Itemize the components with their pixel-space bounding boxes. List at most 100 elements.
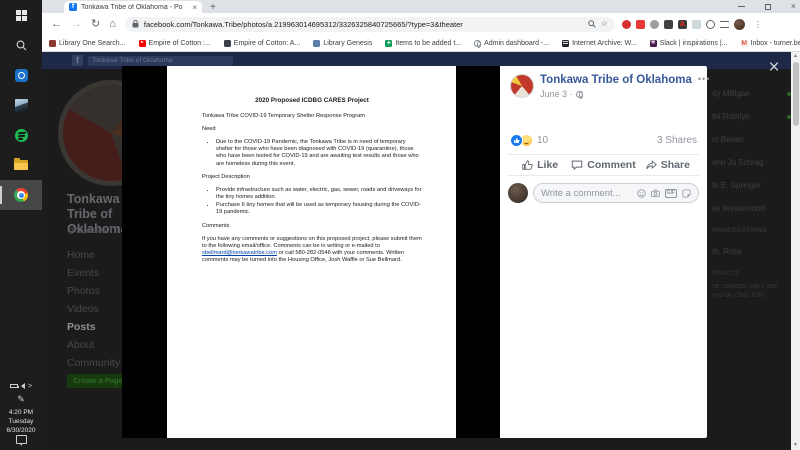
blue-app-icon xyxy=(14,68,28,82)
gif-icon[interactable]: GIF xyxy=(664,188,677,198)
theater-close-icon[interactable]: × xyxy=(762,56,786,80)
search-icon xyxy=(16,40,26,50)
forward-icon[interactable]: → xyxy=(71,18,82,30)
create-page-button[interactable]: Create a Page xyxy=(67,374,129,388)
clock-weekday: Tuesday xyxy=(8,418,34,425)
zoom-page-icon[interactable] xyxy=(588,20,596,28)
post-date[interactable]: June 3 xyxy=(540,89,567,99)
start-button[interactable] xyxy=(0,0,42,30)
taskbar-file-explorer[interactable] xyxy=(0,150,42,180)
browser-tab[interactable]: f Tonkawa Tribe of Oklahoma - Po × xyxy=(64,1,202,13)
adblock-extension-icon[interactable] xyxy=(621,19,631,29)
battery-icon xyxy=(9,384,19,388)
photos-app-icon xyxy=(14,98,28,112)
gray-extension-icon[interactable] xyxy=(649,19,659,29)
share-count[interactable]: 3 Shares xyxy=(657,135,697,146)
post-actions: Like Comment Share xyxy=(508,154,699,176)
taskbar-search-button[interactable] xyxy=(0,30,42,60)
chat-contact[interactable]: ann Jo Schrag xyxy=(712,151,791,174)
nav-item-videos[interactable]: Videos xyxy=(67,300,127,318)
bookmark-star-icon[interactable]: ☆ xyxy=(601,20,608,28)
document-bullet: Provide infrastructure such as water, el… xyxy=(216,187,422,201)
document-comments-heading: Comments xyxy=(202,222,230,229)
bookmark-item[interactable]: + Items to be added t... xyxy=(385,39,461,47)
post-options-icon[interactable]: ••• xyxy=(698,74,710,99)
facebook-search-input[interactable]: Tonkawa Tribe of Oklahoma xyxy=(88,55,233,66)
chat-group[interactable]: th, Rosa xyxy=(712,240,791,263)
sticker-icon[interactable] xyxy=(682,188,691,198)
chat-contact[interactable]: thi Rothlyn xyxy=(712,105,791,128)
chat-contact[interactable]: dy Milligan xyxy=(712,82,791,105)
bookmark-item[interactable]: Empire of Cotton :... xyxy=(138,39,211,47)
window-maximize-icon[interactable] xyxy=(764,3,771,10)
nav-item-community[interactable]: Community xyxy=(67,354,127,372)
bookmark-item[interactable]: MInbox - turner.beazl... xyxy=(740,39,800,47)
nav-item-posts[interactable]: Posts xyxy=(67,318,127,336)
refresh-icon[interactable]: ↻ xyxy=(91,18,100,30)
document-photo[interactable]: 2020 Proposed ICDBG CARES Project Tonkaw… xyxy=(167,66,456,438)
notes-extension-icon[interactable] xyxy=(691,19,701,29)
browser-toolbar: ← → ↻ ⌂ facebook.com/Tonkawa.Tribe/photo… xyxy=(42,13,800,35)
comment-composer: Write a comment... GIF xyxy=(508,182,699,204)
taskbar-app-photos[interactable] xyxy=(0,90,42,120)
acrobat-extension-icon[interactable]: A xyxy=(677,19,687,29)
taskbar-app-spotify[interactable] xyxy=(0,120,42,150)
spotify-icon xyxy=(14,128,28,142)
document-comments-paragraph: If you have any comments or suggestions … xyxy=(202,235,422,264)
window-minimize-icon[interactable] xyxy=(737,6,745,7)
post-page-avatar[interactable] xyxy=(510,74,534,98)
scroll-down-icon[interactable]: ▼ xyxy=(791,441,800,450)
scrollbar-thumb[interactable] xyxy=(792,62,799,126)
bookmark-item[interactable]: Internet Archive: W... xyxy=(562,39,637,47)
facebook-logo[interactable]: f xyxy=(72,55,83,66)
tab-title: Tonkawa Tribe of Oklahoma - Po xyxy=(81,3,183,11)
bookmark-item[interactable]: Admin dashboard -... xyxy=(474,39,549,48)
pen-icon[interactable]: ✎ xyxy=(17,394,25,408)
taskbar-app-blue[interactable] xyxy=(0,60,42,90)
tab-close-icon[interactable]: × xyxy=(192,3,197,12)
browser-menu-icon[interactable]: ⋮ xyxy=(754,20,762,29)
nav-item-home[interactable]: Home xyxy=(67,246,127,264)
chat-sidebar: dy Milligan thi Rothlyn m Bevan ann Jo S… xyxy=(712,82,791,301)
document-need-bullets: Due to the COVID-19 Pandemic, the Tonkaw… xyxy=(216,139,422,168)
archive-extension-icon[interactable] xyxy=(663,19,673,29)
home-icon[interactable]: ⌂ xyxy=(109,18,116,30)
system-tray[interactable]: > xyxy=(9,378,32,394)
emoji-icon[interactable] xyxy=(636,188,646,198)
chat-contact[interactable]: m Bevan xyxy=(712,128,791,151)
address-bar[interactable]: facebook.com/Tonkawa.Tribe/photos/a.2199… xyxy=(124,16,615,32)
camera-icon[interactable] xyxy=(650,188,660,198)
back-icon[interactable]: ← xyxy=(51,18,62,30)
tab-list-icon[interactable] xyxy=(719,20,729,28)
like-button[interactable]: Like xyxy=(508,159,571,171)
bookmark-item[interactable]: Empire of Cotton: A... xyxy=(223,39,300,47)
nav-item-events[interactable]: Events xyxy=(67,264,127,282)
bookmark-item[interactable]: ✳ Slack | inspirations |... xyxy=(649,39,728,47)
reaction-count[interactable]: 10 xyxy=(537,135,548,146)
comment-button[interactable]: Comment xyxy=(571,159,636,171)
page-scrollbar[interactable]: ▲ ▼ xyxy=(791,52,800,450)
contacts-note: se contacts can't see xyxy=(712,283,778,290)
post-page-name[interactable]: Tonkawa Tribe of Oklahoma xyxy=(540,74,692,87)
scroll-up-icon[interactable]: ▲ xyxy=(791,52,800,61)
taskbar-chrome-active[interactable] xyxy=(0,180,42,210)
comment-bubble-icon xyxy=(572,160,583,171)
nav-item-about[interactable]: About xyxy=(67,336,127,354)
red-extension-icon[interactable] xyxy=(635,19,645,29)
reaction-badges[interactable] xyxy=(510,133,533,147)
chat-contact[interactable]: th E. Springer xyxy=(712,174,791,197)
nav-item-photos[interactable]: Photos xyxy=(67,282,127,300)
bookmark-item[interactable]: Library Genesis xyxy=(313,39,372,47)
document-need-heading: Need xyxy=(202,126,216,132)
action-center-icon[interactable] xyxy=(15,435,27,446)
comment-input[interactable]: Write a comment... GIF xyxy=(533,183,699,203)
taskbar-clock[interactable]: 4:20 PM Tuesday 6/30/2020 xyxy=(7,408,36,435)
new-tab-button[interactable]: + xyxy=(210,2,216,13)
profile-avatar[interactable] xyxy=(733,18,745,30)
chat-contact[interactable]: se Wessendorf xyxy=(712,197,791,220)
extensions-puzzle-icon[interactable] xyxy=(705,19,715,29)
document-project-bullets: Provide infrastructure such as water, el… xyxy=(216,187,422,217)
share-button[interactable]: Share xyxy=(636,159,699,171)
bookmark-item[interactable]: Library One Search... xyxy=(49,39,126,47)
window-close-icon[interactable]: × xyxy=(791,2,796,11)
